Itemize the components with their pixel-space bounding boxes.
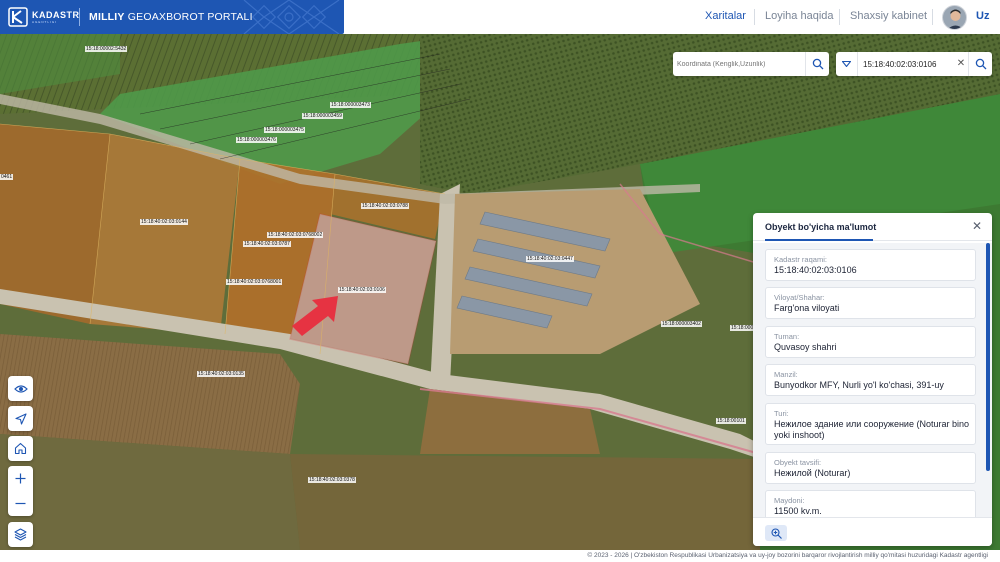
- field-value: Bunyodkor MFY, Nurli yo'l ko'chasi, 391-…: [774, 380, 944, 390]
- zoom-controls: [8, 466, 33, 516]
- nav-loyiha-haqida[interactable]: Loyiha haqida: [765, 10, 834, 22]
- panel-footer: [753, 517, 992, 546]
- avatar-image: [943, 6, 966, 29]
- footer-copyright: © 2023 - 2026 | O'zbekiston Respublikasi…: [587, 552, 988, 559]
- field-value: Quvasoy shahri: [774, 342, 837, 352]
- panel-tab-underline: [765, 239, 873, 241]
- parcel-label: 15:18:40:02:03:0768002: [267, 232, 324, 238]
- parcel-label: 15:18:40:02:03:0378: [308, 477, 356, 483]
- field-area: Maydoni: 11500 kv.m.: [765, 490, 976, 517]
- zoom-in-magnifier-icon: [770, 527, 782, 539]
- parcel-label: 15:18:000003473: [330, 102, 371, 108]
- kadastr-logo-icon: [8, 7, 28, 27]
- brand-divider: [79, 8, 80, 26]
- nav-shaxsiy-kabinet[interactable]: Shaxsiy kabinet: [850, 10, 927, 22]
- parcel-label: 15:18:40:02:03:0788: [361, 203, 409, 209]
- field-address: Manzil: Bunyodkor MFY, Nurli yo'l ko'cha…: [765, 364, 976, 396]
- logo-subtext: AGENTLIGI: [32, 20, 58, 24]
- field-label: Tuman:: [774, 332, 800, 341]
- coordinate-search: [673, 52, 829, 76]
- field-value: 15:18:40:02:03:0106: [774, 265, 857, 275]
- field-district: Tuman: Quvasoy shahri: [765, 326, 976, 358]
- eye-icon: [13, 384, 28, 393]
- parcel-label: 15:18:000003475: [264, 127, 305, 133]
- portal-title-bold: MILLIY: [89, 11, 125, 23]
- user-avatar[interactable]: [942, 5, 967, 30]
- panel-scrollbar[interactable]: [986, 243, 990, 471]
- home-button[interactable]: [8, 436, 33, 461]
- field-label: Manzil:: [774, 370, 798, 379]
- visibility-button[interactable]: [8, 376, 33, 401]
- brand-bar[interactable]: KADASTR AGENTLIGI MILLIY GEOAXBOROT PORT…: [0, 0, 344, 34]
- field-cadastre-number: Kadastr raqami: 15:18:40:02:03:0106: [765, 249, 976, 281]
- location-arrow-icon: [14, 412, 27, 425]
- clear-icon[interactable]: ✕: [954, 56, 968, 72]
- search-type-dropdown[interactable]: [836, 52, 858, 76]
- parcel-label: 15:18:40:02:03:0447: [526, 256, 574, 262]
- nav-separator: [839, 9, 840, 25]
- field-value: Нежилое здание или сооружение (Noturar b…: [774, 419, 969, 440]
- portal-title: MILLIY GEOAXBOROT PORTALI: [89, 11, 253, 23]
- plus-icon: [15, 473, 26, 484]
- zoom-out-button[interactable]: [8, 491, 33, 516]
- field-label: Kadastr raqami:: [774, 255, 827, 264]
- parcel-label: 15:18:000003402: [661, 321, 702, 327]
- cadastre-search-button[interactable]: [968, 52, 992, 76]
- portal-title-rest: GEOAXBOROT PORTALI: [127, 11, 253, 23]
- home-icon: [14, 442, 27, 455]
- top-header: KADASTR AGENTLIGI MILLIY GEOAXBOROT PORT…: [0, 0, 1000, 34]
- field-label: Maydoni:: [774, 496, 805, 505]
- parcel-label: 15:18:40:02:03:0106: [338, 287, 386, 293]
- nav-separator: [932, 9, 933, 25]
- parcel-label: 15:18:40:02:03:0768001: [226, 279, 283, 285]
- panel-header: Obyekt bo'yicha ma'lumot ✕: [753, 213, 992, 241]
- filter-triangle-icon: [842, 61, 851, 67]
- page-footer: © 2023 - 2026 | O'zbekiston Respublikasi…: [0, 550, 1000, 562]
- nav-separator: [754, 9, 755, 25]
- field-value: Farg'ona viloyati: [774, 303, 840, 313]
- parcel-label: 15:18:000003476: [236, 137, 277, 143]
- layers-button[interactable]: [8, 522, 33, 547]
- logo-text: KADASTR: [32, 10, 80, 20]
- minus-icon: [15, 502, 26, 505]
- field-label: Viloyat/Shahar:: [774, 293, 825, 302]
- parcel-label: 15:18:000003459: [302, 113, 343, 119]
- field-description: Obyekt tavsifi: Нежилой (Noturar): [765, 452, 976, 484]
- parcel-label: 15:18:00101: [716, 418, 746, 424]
- panel-title: Obyekt bo'yicha ma'lumot: [765, 222, 877, 232]
- zoom-to-object-button[interactable]: [765, 525, 787, 541]
- parcel-label: 15:18:40:02:03:0787: [243, 241, 291, 247]
- field-type: Turi: Нежилое здание или сооружение (Not…: [765, 403, 976, 445]
- parcel-label: 15:18:40:02:03:0135: [197, 371, 245, 377]
- search-icon: [975, 58, 986, 70]
- language-switch[interactable]: Uz: [976, 10, 989, 22]
- coordinate-search-input[interactable]: [677, 56, 802, 72]
- field-value: 11500 kv.m.: [774, 506, 822, 516]
- search-icon: [812, 58, 823, 70]
- parcel-label: 15:18:40:02:03:0144: [140, 219, 188, 225]
- cadastre-search: ✕: [836, 52, 992, 76]
- object-info-panel: Obyekt bo'yicha ma'lumot ✕ Kadastr raqam…: [753, 213, 992, 546]
- zoom-in-button[interactable]: [8, 466, 33, 491]
- nav-xaritalar[interactable]: Xaritalar: [705, 10, 746, 22]
- close-icon[interactable]: ✕: [972, 219, 982, 233]
- my-location-button[interactable]: [8, 406, 33, 431]
- layers-icon: [14, 528, 27, 541]
- cadastre-search-input[interactable]: [863, 56, 953, 72]
- parcel-label: 0461: [0, 174, 14, 180]
- field-region: Viloyat/Shahar: Farg'ona viloyati: [765, 287, 976, 319]
- field-label: Obyekt tavsifi:: [774, 458, 822, 467]
- parcel-label: 15:18:00002:5432: [85, 46, 128, 52]
- panel-fields[interactable]: Kadastr raqami: 15:18:40:02:03:0106 Vilo…: [753, 243, 992, 517]
- coordinate-search-button[interactable]: [805, 52, 829, 76]
- field-label: Turi:: [774, 409, 789, 418]
- field-value: Нежилой (Noturar): [774, 468, 851, 478]
